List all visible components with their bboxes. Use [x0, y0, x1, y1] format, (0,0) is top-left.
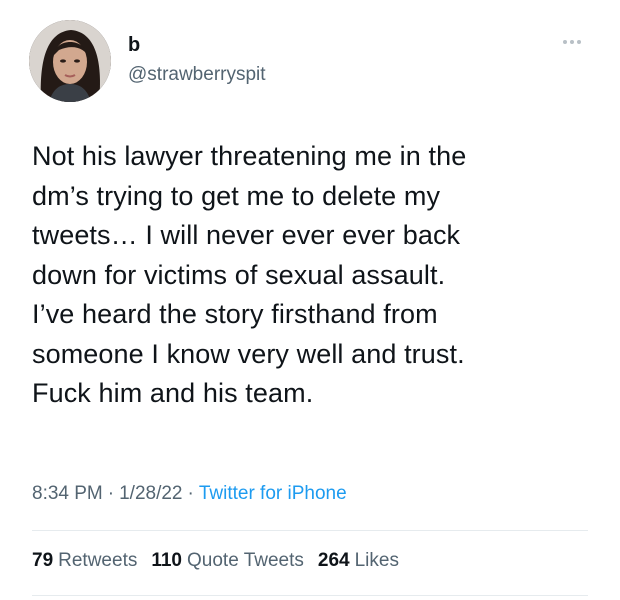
tweet: b @strawberryspit Not his lawyer threate… [0, 0, 620, 600]
tweet-stats: 79 Retweets 110 Quote Tweets 264 Likes [32, 548, 399, 574]
quote-tweets-count: 110 [151, 550, 182, 571]
tweet-time[interactable]: 8:34 PM [32, 483, 103, 504]
divider [32, 530, 588, 531]
likes-label: Likes [354, 550, 399, 571]
meta-separator: · [107, 483, 115, 504]
likes-stat[interactable]: 264 Likes [318, 548, 399, 574]
likes-count: 264 [317, 550, 350, 571]
display-name[interactable]: b [128, 33, 140, 57]
more-dot [570, 40, 574, 44]
username-handle[interactable]: @strawberryspit [128, 63, 266, 87]
divider [32, 595, 588, 596]
avatar[interactable] [29, 20, 111, 102]
more-options-icon[interactable] [563, 38, 585, 46]
retweets-stat[interactable]: 79 Retweets [32, 548, 137, 574]
retweets-count: 79 [32, 550, 54, 571]
more-dot [563, 40, 567, 44]
quote-tweets-label: Quote Tweets [187, 550, 304, 571]
tweet-source-link[interactable]: Twitter for iPhone [199, 483, 347, 504]
avatar-photo [29, 20, 111, 102]
quote-tweets-stat[interactable]: 110 Quote Tweets [151, 548, 304, 574]
tweet-date[interactable]: 1/28/22 [119, 483, 182, 504]
more-dot [577, 40, 581, 44]
retweets-label: Retweets [58, 550, 138, 571]
tweet-text: Not his lawyer threatening me in the dm’… [32, 141, 467, 408]
tweet-timestamp-row: 8:34 PM · 1/28/22 · Twitter for iPhone [32, 481, 347, 507]
meta-separator: · [187, 483, 194, 504]
